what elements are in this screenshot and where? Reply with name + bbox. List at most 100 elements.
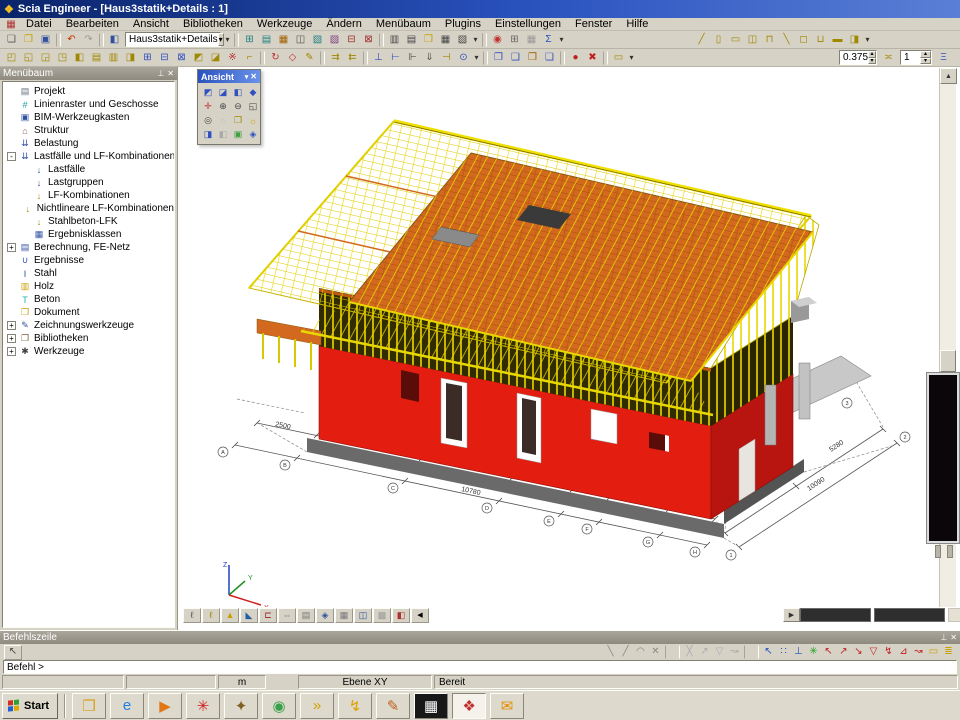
chamfer-icon[interactable]: ◪ [207, 50, 224, 65]
tree-expander[interactable] [21, 178, 30, 187]
tree-expander[interactable] [7, 87, 16, 96]
cursor-mode-icon[interactable]: ↖ [4, 645, 22, 660]
palette-menu-icon[interactable]: ▾ [245, 73, 249, 81]
snap-icon[interactable] [665, 645, 680, 659]
menu-item[interactable]: Bibliotheken [176, 18, 250, 31]
new-icon[interactable]: ❏ [3, 32, 20, 47]
node-icon[interactable]: ⊙ [455, 50, 472, 65]
vertical-scroll-thumb[interactable] [940, 350, 956, 372]
tree-expander[interactable] [21, 230, 30, 239]
catalog-icon[interactable]: ▧ [309, 32, 326, 47]
move-to-icon[interactable]: ⇇ [344, 50, 361, 65]
snap-edge-icon[interactable]: ↗ [836, 645, 851, 660]
menu-item[interactable]: Datei [19, 18, 59, 31]
close-icon[interactable]: ✕ [950, 633, 957, 642]
tree-item[interactable]: ▥ Holz [7, 280, 174, 293]
snap-arc-icon[interactable]: ◠ [633, 645, 648, 660]
tree-item[interactable]: ⌂ Struktur [7, 124, 174, 137]
quick-arrows-icon[interactable]: » [300, 693, 334, 719]
column-icon[interactable]: ▯ [710, 32, 727, 47]
grid-snap-icon[interactable]: ∷ [776, 645, 791, 660]
gallery-icon[interactable]: ❒ [420, 32, 437, 47]
snap-box-icon[interactable]: ▭ [926, 645, 941, 660]
snap-angle-icon[interactable]: ⊿ [896, 645, 911, 660]
snap-list-icon[interactable]: ≣ [941, 645, 956, 660]
shell-icon[interactable]: ⊔ [812, 32, 829, 47]
snap-cross-icon[interactable]: ╳ [682, 645, 697, 660]
view-axo-icon[interactable]: ◆ [246, 86, 260, 99]
calculator-icon[interactable]: ⊞ [506, 32, 523, 47]
toolbar-icon[interactable] [603, 51, 608, 65]
tree-expander[interactable] [7, 295, 16, 304]
zoom-in-icon[interactable]: ⊕ [216, 100, 230, 113]
clipboard-view-icon[interactable]: ℓ [183, 608, 201, 623]
menu-item[interactable]: Bearbeiten [59, 18, 126, 31]
internet-explorer-icon[interactable]: e [110, 693, 144, 719]
palette-close-icon[interactable]: ✕ [250, 72, 257, 81]
tree-expander[interactable]: + [7, 347, 16, 356]
status-unit[interactable]: m [218, 675, 266, 689]
pin-icon[interactable]: ⊥ [940, 633, 947, 642]
views-icon[interactable]: ⊠ [360, 32, 377, 47]
tree-item[interactable]: - ⇊ Lastfälle und LF-Kombinationen [7, 150, 174, 163]
ortho-icon[interactable]: ⊥ [791, 645, 806, 660]
modify-icon[interactable]: ✎ [301, 50, 318, 65]
menu-item[interactable]: Hilfe [619, 18, 655, 31]
copy-to-icon[interactable]: ⇉ [327, 50, 344, 65]
cross-link-icon[interactable]: ⊣ [438, 50, 455, 65]
snap-arc2-icon[interactable]: ↝ [911, 645, 926, 660]
view-side-icon[interactable]: ◪ [216, 86, 230, 99]
redo-icon[interactable]: ↷ [80, 32, 97, 47]
edit-more-icon[interactable]: ▾ [627, 50, 636, 65]
horizontal-scroll-thumb[interactable] [874, 608, 945, 622]
project-combo[interactable]: Haus3statik+Details ▾ [125, 32, 221, 47]
tree-item[interactable]: + ✎ Zeichnungswerkzeuge [7, 319, 174, 332]
tree-item[interactable]: T Beton [7, 293, 174, 306]
stretch-icon[interactable]: ▥ [105, 50, 122, 65]
clipboard-view-alt-icon[interactable]: ℓ [202, 608, 220, 623]
menu-item[interactable]: Menübaum [369, 18, 438, 31]
accept-icon[interactable]: ● [567, 50, 584, 65]
clip-view-icon[interactable]: ◧ [392, 608, 410, 623]
fillet-icon[interactable]: ◩ [190, 50, 207, 65]
zoom-out-icon[interactable]: ⊖ [231, 100, 245, 113]
clip-box-icon[interactable]: ▣ [231, 128, 245, 141]
mesh-icon[interactable]: ▦ [523, 32, 540, 47]
light-icon[interactable]: ☼ [246, 114, 260, 127]
command-input[interactable] [3, 660, 957, 674]
toolbar-icon[interactable] [99, 33, 104, 47]
angle-step-icon[interactable]: ≍ [880, 50, 897, 65]
slab-icon[interactable]: ◫ [744, 32, 761, 47]
snap-flash-icon[interactable]: ↯ [881, 645, 896, 660]
activity-icon[interactable]: ▦ [275, 32, 292, 47]
tree-item[interactable]: ↓ LF-Kombinationen [7, 189, 174, 202]
media-player-icon[interactable]: ▶ [148, 693, 182, 719]
view-top-icon[interactable]: ◧ [231, 86, 245, 99]
select-icon[interactable]: ◰ [3, 50, 20, 65]
toolbar-icon[interactable] [482, 33, 487, 47]
measure-icon[interactable]: ⌐ [241, 50, 258, 65]
tree-item[interactable]: + ❐ Bibliotheken [7, 332, 174, 345]
perspective-icon[interactable]: ◈ [246, 128, 260, 141]
toolbar-icon[interactable] [379, 33, 384, 47]
rib-icon[interactable]: ▬ [829, 32, 846, 47]
horizontal-scrollbar[interactable]: ▶ [783, 607, 960, 622]
tree-expander[interactable] [7, 100, 16, 109]
calculation-icon[interactable]: ◉ [489, 32, 506, 47]
scroll-up-icon[interactable]: ▲ [940, 68, 957, 84]
render-icon[interactable]: ❒ [231, 114, 245, 127]
preview-icon[interactable]: ❏ [541, 50, 558, 65]
cursor-snap-icon[interactable]: ↖ [761, 645, 776, 660]
results-icon[interactable]: Σ [540, 32, 557, 47]
start-button[interactable]: Start [2, 693, 58, 719]
view-front-icon[interactable]: ◩ [201, 86, 215, 99]
paint-icon[interactable]: ✎ [376, 693, 410, 719]
section-icon[interactable]: ⊏ [259, 608, 277, 623]
haunch-icon[interactable]: ◨ [846, 32, 863, 47]
model-viewport[interactable]: 2500 4450 3960 2470 1580 3750 1300 10780… [178, 67, 960, 630]
tree-expander[interactable]: + [7, 334, 16, 343]
tree-expander[interactable]: + [7, 321, 16, 330]
menu-item[interactable]: Einstellungen [488, 18, 568, 31]
tree-item[interactable]: + ▤ Berechnung, FE-Netz [7, 241, 174, 254]
move-icon[interactable]: ◳ [54, 50, 71, 65]
